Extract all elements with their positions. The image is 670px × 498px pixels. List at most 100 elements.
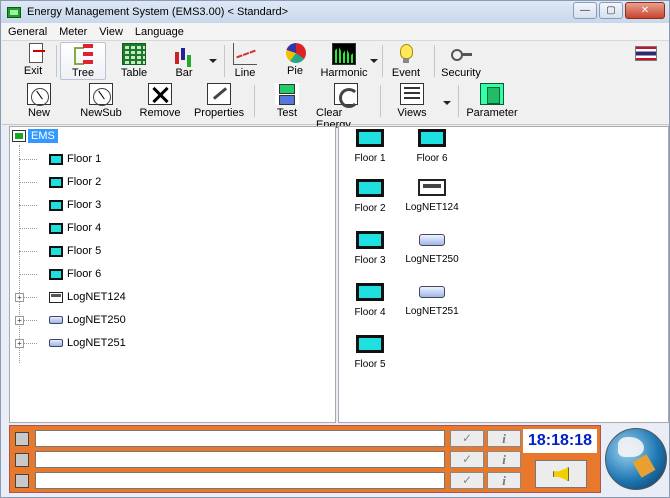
status-indicator-2[interactable]	[15, 453, 29, 467]
floor-icon	[49, 268, 63, 280]
security-button[interactable]: Security	[441, 43, 481, 79]
app-logo-icon	[7, 6, 21, 18]
exit-label: Exit	[23, 65, 43, 77]
tree-node-lognet251[interactable]: + LogNET251	[15, 334, 126, 352]
pie-label: Pie	[287, 65, 303, 77]
window-title: Energy Management System (EMS3.00) < Sta…	[27, 6, 289, 18]
parameter-button[interactable]: Parameter	[466, 83, 518, 119]
expand-plus-icon[interactable]: +	[15, 339, 24, 348]
icon-view-pane[interactable]: Floor 1 Floor 6 Floor 2 LogNET124 Floor …	[338, 126, 669, 423]
acknowledge-button-2[interactable]: ✓	[450, 451, 484, 468]
edit-toolbar: New NewSub Remove Properties Test Clear …	[2, 81, 669, 131]
alarm-sound-button[interactable]	[535, 460, 587, 488]
acknowledge-button-3[interactable]: ✓	[450, 472, 484, 489]
newsub-label: NewSub	[80, 107, 122, 119]
table-icon	[122, 43, 146, 65]
icon-item-floor-5[interactable]: Floor 5	[340, 335, 400, 370]
tree-icon	[71, 43, 95, 65]
new-button[interactable]: New	[24, 83, 54, 119]
floor-icon	[49, 245, 63, 257]
icon-item-label: Floor 1	[354, 153, 386, 164]
harmonic-spectrum-icon	[332, 43, 356, 65]
tree-view-button[interactable]: Tree	[60, 42, 106, 80]
new-label: New	[27, 107, 50, 119]
icon-item-label: Floor 6	[416, 153, 448, 164]
tree-root-ems[interactable]: EMS	[12, 129, 58, 143]
tree-pane[interactable]: EMS Floor 1 Floor 2 Floor 3 Floor 4 Floo…	[9, 126, 336, 423]
tree-node-floor-2[interactable]: Floor 2	[19, 173, 101, 191]
bar-dropdown-arrow-icon[interactable]	[209, 59, 217, 63]
event-label: Event	[391, 67, 421, 79]
menu-bar: General Meter View Language	[2, 23, 669, 41]
parameter-book-icon	[480, 83, 504, 105]
info-button-1[interactable]: i	[487, 430, 521, 447]
icon-item-lognet251[interactable]: LogNET251	[402, 283, 462, 317]
lognet124-device-icon	[49, 291, 63, 303]
menu-view[interactable]: View	[93, 23, 129, 41]
test-button[interactable]: Test	[272, 83, 302, 119]
tree-node-floor-6[interactable]: Floor 6	[19, 265, 101, 283]
remove-button[interactable]: Remove	[140, 83, 180, 119]
app-window: Energy Management System (EMS3.00) < Sta…	[0, 0, 670, 498]
icon-item-floor-4[interactable]: Floor 4	[340, 283, 400, 318]
tree-node-label: LogNET250	[67, 314, 126, 326]
icon-item-floor-6[interactable]: Floor 6	[402, 129, 462, 164]
menu-general[interactable]: General	[2, 23, 53, 41]
sub-meter-gauge-icon	[89, 83, 113, 106]
harmonic-button[interactable]: Harmonic	[320, 43, 368, 79]
close-button[interactable]: ✕	[625, 2, 665, 19]
tree-node-floor-1[interactable]: Floor 1	[19, 150, 101, 168]
bar-label: Bar	[175, 67, 193, 79]
lognet250-device-icon	[49, 316, 63, 324]
views-dropdown-arrow-icon[interactable]	[443, 101, 451, 105]
info-button-2[interactable]: i	[487, 451, 521, 468]
maximize-button[interactable]: ▢	[599, 2, 623, 19]
tree-node-floor-3[interactable]: Floor 3	[19, 196, 101, 214]
status-message-field-2	[35, 451, 445, 468]
icon-item-label: LogNET124	[405, 202, 459, 213]
title-bar: Energy Management System (EMS3.00) < Sta…	[1, 1, 669, 23]
menu-language[interactable]: Language	[129, 23, 190, 41]
status-row-2: ✓ i	[13, 450, 599, 469]
tree-node-floor-4[interactable]: Floor 4	[19, 219, 101, 237]
tree-node-floor-5[interactable]: Floor 5	[19, 242, 101, 260]
views-button[interactable]: Views	[396, 83, 428, 119]
menu-meter[interactable]: Meter	[53, 23, 93, 41]
clear-energy-button[interactable]: Clear Energy	[316, 83, 376, 131]
icon-item-floor-3[interactable]: Floor 3	[340, 231, 400, 266]
expand-plus-icon[interactable]: +	[15, 316, 24, 325]
security-label: Security	[441, 67, 481, 79]
refresh-icon	[334, 83, 359, 108]
tree-node-lognet124[interactable]: + LogNET124	[15, 288, 126, 306]
bar-chart-button[interactable]: Bar	[168, 43, 200, 79]
icon-item-lognet124[interactable]: LogNET124	[402, 179, 462, 213]
tree-node-label: Floor 6	[67, 268, 102, 280]
minimize-button[interactable]: —	[573, 2, 597, 19]
lognet250-device-icon	[419, 234, 445, 246]
newsub-button[interactable]: NewSub	[78, 83, 124, 119]
event-button[interactable]: Event	[390, 43, 422, 79]
icon-item-label: Floor 2	[354, 203, 386, 214]
line-chart-button[interactable]: Line	[230, 43, 260, 79]
exit-button[interactable]: Exit	[16, 43, 50, 77]
info-button-3[interactable]: i	[487, 472, 521, 489]
icon-item-floor-1[interactable]: Floor 1	[340, 129, 400, 164]
tree-node-label: Floor 5	[67, 245, 102, 257]
thai-flag-icon[interactable]	[635, 46, 657, 61]
status-indicator-3[interactable]	[15, 474, 29, 488]
lognet251-device-icon	[419, 286, 445, 298]
harmonic-dropdown-arrow-icon[interactable]	[370, 59, 378, 63]
acknowledge-button-1[interactable]: ✓	[450, 430, 484, 447]
icon-item-label: Floor 4	[354, 307, 386, 318]
table-view-button[interactable]: Table	[116, 43, 152, 79]
properties-label: Properties	[193, 107, 245, 119]
expand-plus-icon[interactable]: +	[15, 293, 24, 302]
properties-button[interactable]: Properties	[193, 83, 245, 119]
pie-chart-button[interactable]: Pie	[280, 43, 310, 77]
icon-item-floor-2[interactable]: Floor 2	[340, 179, 400, 214]
icon-item-lognet250[interactable]: LogNET250	[402, 231, 462, 265]
tree-node-lognet250[interactable]: + LogNET250	[15, 311, 126, 329]
status-indicator-1[interactable]	[15, 432, 29, 446]
parameter-label: Parameter	[466, 107, 518, 119]
line-chart-icon	[233, 43, 257, 65]
